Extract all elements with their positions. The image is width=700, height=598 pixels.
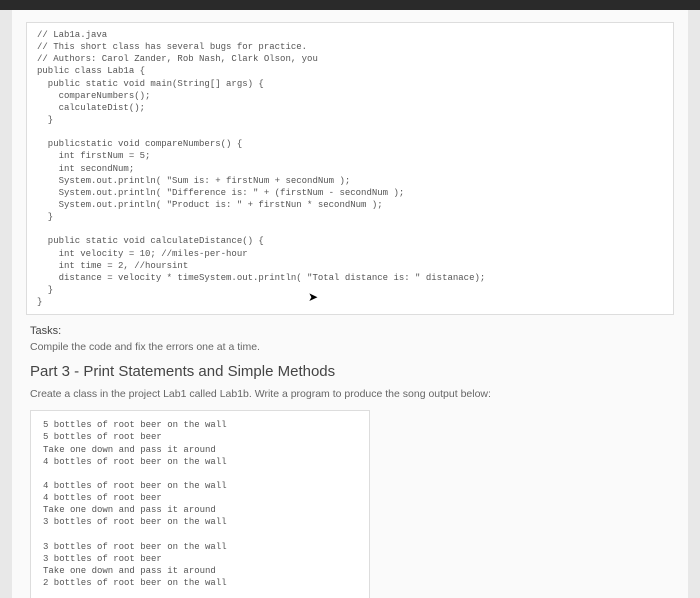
tasks-section: Tasks: Compile the code and fix the erro…	[30, 325, 670, 353]
window-toolbar	[0, 0, 700, 10]
document-content: // Lab1a.java // This short class has se…	[12, 10, 688, 598]
tasks-text: Compile the code and fix the errors one …	[30, 341, 670, 353]
tasks-heading: Tasks:	[30, 325, 670, 337]
code-block-java: // Lab1a.java // This short class has se…	[26, 22, 674, 315]
part3-description: Create a class in the project Lab1 calle…	[30, 388, 670, 400]
expected-output-block: 5 bottles of root beer on the wall 5 bot…	[30, 410, 370, 598]
part3-heading: Part 3 - Print Statements and Simple Met…	[30, 363, 670, 380]
